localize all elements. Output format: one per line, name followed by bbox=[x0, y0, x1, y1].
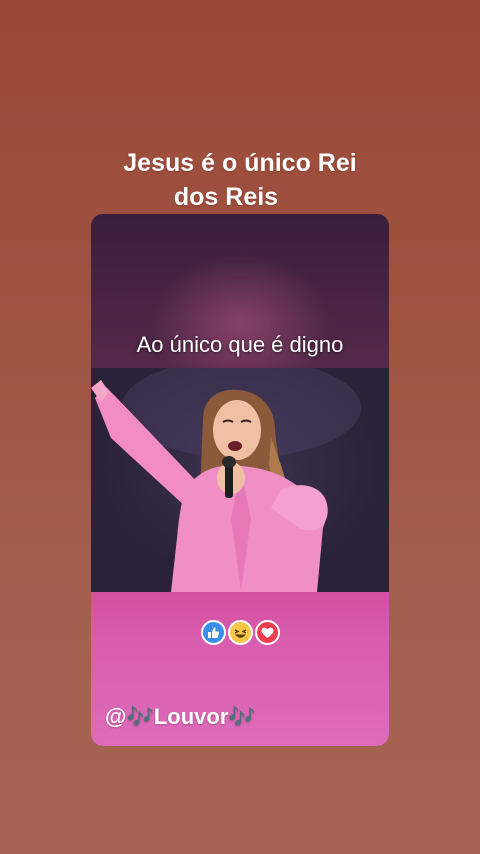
laughing-face-icon[interactable] bbox=[228, 620, 253, 645]
heart-glyph bbox=[261, 627, 274, 638]
post-title-line-1: Jesus é o único Rei bbox=[123, 149, 357, 177]
singer-photo bbox=[91, 368, 389, 592]
thumbs-up-icon[interactable] bbox=[201, 620, 226, 645]
handle-name: Louvor bbox=[153, 704, 229, 729]
channel-handle[interactable]: @🎶Louvor🎶 bbox=[105, 704, 256, 730]
handle-at: @ bbox=[105, 704, 127, 729]
video-caption: Ao único que é digno bbox=[136, 332, 344, 357]
thumbs-up-glyph bbox=[208, 627, 220, 638]
singer-illustration bbox=[91, 368, 361, 592]
post-title-line-2: dos Reis bbox=[173, 183, 279, 211]
heart-icon[interactable] bbox=[255, 620, 280, 645]
post-title: Jesus é o único Rei dos Reis bbox=[0, 146, 480, 214]
video-card[interactable]: Ao único que é digno @🎶Louvor🎶 bbox=[91, 214, 389, 746]
laughing-face-glyph bbox=[234, 629, 247, 638]
music-note-icon: 🎶 bbox=[126, 704, 154, 729]
reactions-row[interactable] bbox=[201, 620, 280, 645]
video-top-band: Ao único que é digno bbox=[91, 214, 389, 368]
music-note-icon: 🎶 bbox=[228, 704, 256, 729]
